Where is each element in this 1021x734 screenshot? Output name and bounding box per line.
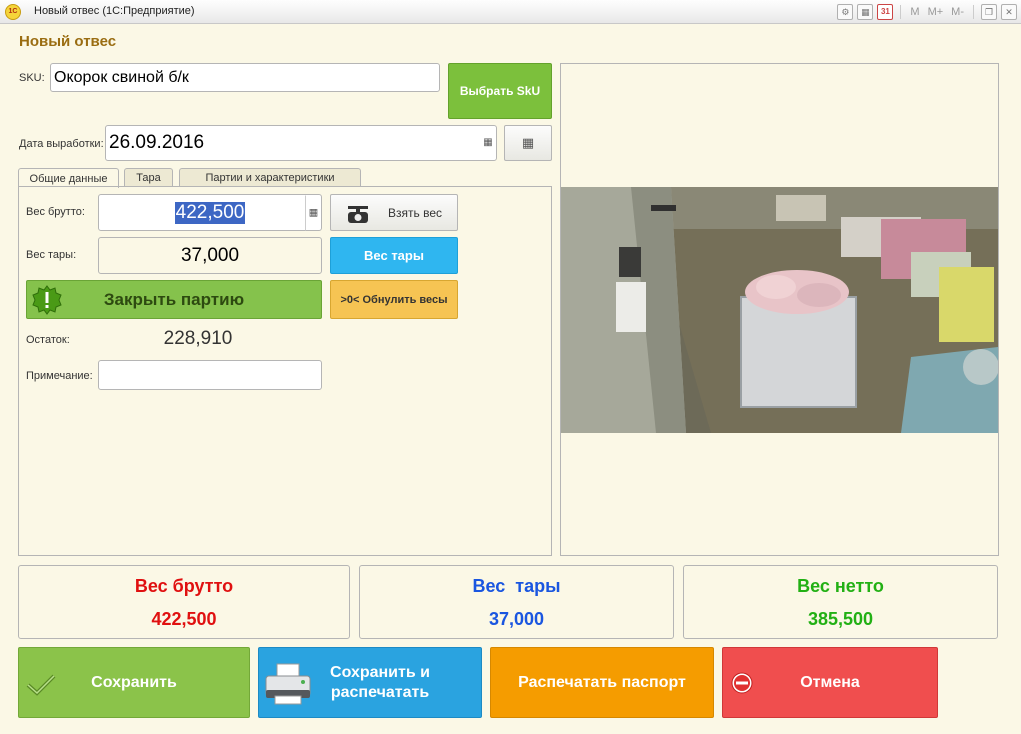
save-and-print-button[interactable]: Сохранить и распечатать	[258, 647, 482, 718]
gross-summary-title: Вес брутто	[134, 576, 234, 596]
form-title: Новый отвес	[19, 33, 117, 50]
camera-panel	[560, 63, 999, 556]
tare-summary-title: Вес тары	[472, 576, 561, 596]
tare-weight-button[interactable]: Вес тары	[330, 237, 458, 274]
window-title: Новый отвес (1С:Предприятие)	[34, 5, 195, 17]
close-party-label: Закрыть партию	[103, 289, 245, 309]
tare-weight-label: Вес тары:	[26, 249, 77, 261]
close-window-icon[interactable]: ✕	[1001, 4, 1017, 20]
tare-summary-box: Вес тары 37,000	[359, 565, 674, 639]
gross-weight-input[interactable]: 422,500 ▦	[98, 194, 322, 231]
calendar-icon[interactable]: 31	[877, 4, 894, 20]
save-and-print-label-line1: Сохранить и	[330, 663, 430, 681]
reset-scales-button[interactable]: >0< Обнулить весы	[330, 280, 458, 319]
checkmark-icon	[26, 674, 56, 696]
note-input[interactable]	[98, 360, 322, 390]
production-date-label: Дата выработки:	[19, 138, 104, 150]
select-sku-button[interactable]: Выбрать SkU	[448, 63, 552, 119]
production-date-value: 26.09.2016	[109, 132, 205, 153]
gross-summary-box: Вес брутто 422,500	[18, 565, 350, 639]
remainder-value: 228,910	[163, 328, 233, 349]
app-logo-icon: 1С	[5, 4, 21, 20]
save-label: Сохранить	[91, 673, 177, 691]
cancel-label: Отмена	[800, 673, 860, 691]
camera-image	[561, 187, 998, 433]
cancel-button[interactable]: Отмена	[722, 647, 938, 718]
memory-plus-button[interactable]: M+	[926, 6, 946, 18]
calculator-icon[interactable]: ▦	[305, 195, 321, 230]
calculator-icon[interactable]: ▦	[482, 137, 494, 149]
alert-badge-icon	[32, 285, 62, 315]
print-passport-button[interactable]: Распечатать паспорт	[490, 647, 714, 718]
camera-snapshot-image	[561, 187, 998, 433]
net-summary-title: Вес нетто	[797, 576, 884, 596]
save-button[interactable]: Сохранить	[18, 647, 250, 718]
gross-weight-value: 422,500	[174, 201, 246, 224]
calculator-icon[interactable]: ▦	[857, 4, 874, 20]
memory-m-button[interactable]: M	[908, 6, 921, 18]
sku-label: SKU:	[19, 72, 45, 84]
window-toolbar: ⚙ ▦ 31 M M+ M- ❐ ✕	[837, 3, 1017, 21]
gross-weight-label: Вес брутто:	[26, 206, 85, 218]
net-summary-box: Вес нетто 385,500	[683, 565, 998, 639]
save-and-print-label-line2: распечатать	[330, 683, 430, 701]
close-party-button[interactable]: Закрыть партию	[26, 280, 322, 319]
calendar-picker-button[interactable]: ▦	[504, 125, 552, 161]
take-weight-button[interactable]: Взять вес	[330, 194, 458, 231]
tare-weight-field: 37,000	[98, 237, 322, 274]
save-and-print-label: Сохранить и распечатать	[330, 663, 430, 703]
toolbar-divider	[900, 5, 902, 19]
tare-summary-value: 37,000	[488, 609, 545, 629]
remainder-label: Остаток:	[26, 334, 70, 346]
restore-window-icon[interactable]: ❐	[981, 4, 997, 20]
gross-summary-value: 422,500	[151, 609, 217, 629]
minus-circle-icon	[731, 672, 753, 694]
scales-icon	[348, 205, 368, 223]
window-title-bar: 1С Новый отвес (1С:Предприятие) ⚙ ▦ 31 M…	[0, 0, 1021, 24]
tab-tare[interactable]: Тара	[124, 168, 173, 187]
production-date-input[interactable]: 26.09.2016 ▦	[105, 125, 497, 161]
memory-minus-button[interactable]: M-	[949, 6, 966, 18]
tab-general[interactable]: Общие данные	[18, 168, 119, 188]
toolbar-divider	[973, 5, 974, 19]
take-weight-label: Взять вес	[388, 205, 442, 220]
tab-batches[interactable]: Партии и характеристики	[179, 168, 361, 187]
calendar-icon: ▦	[521, 135, 535, 150]
net-summary-value: 385,500	[807, 609, 874, 629]
sku-input[interactable]: Окорок свиной б/к	[50, 63, 440, 92]
printer-icon	[265, 663, 311, 705]
note-label: Примечание:	[26, 370, 93, 382]
settings-icon[interactable]: ⚙	[837, 4, 854, 20]
